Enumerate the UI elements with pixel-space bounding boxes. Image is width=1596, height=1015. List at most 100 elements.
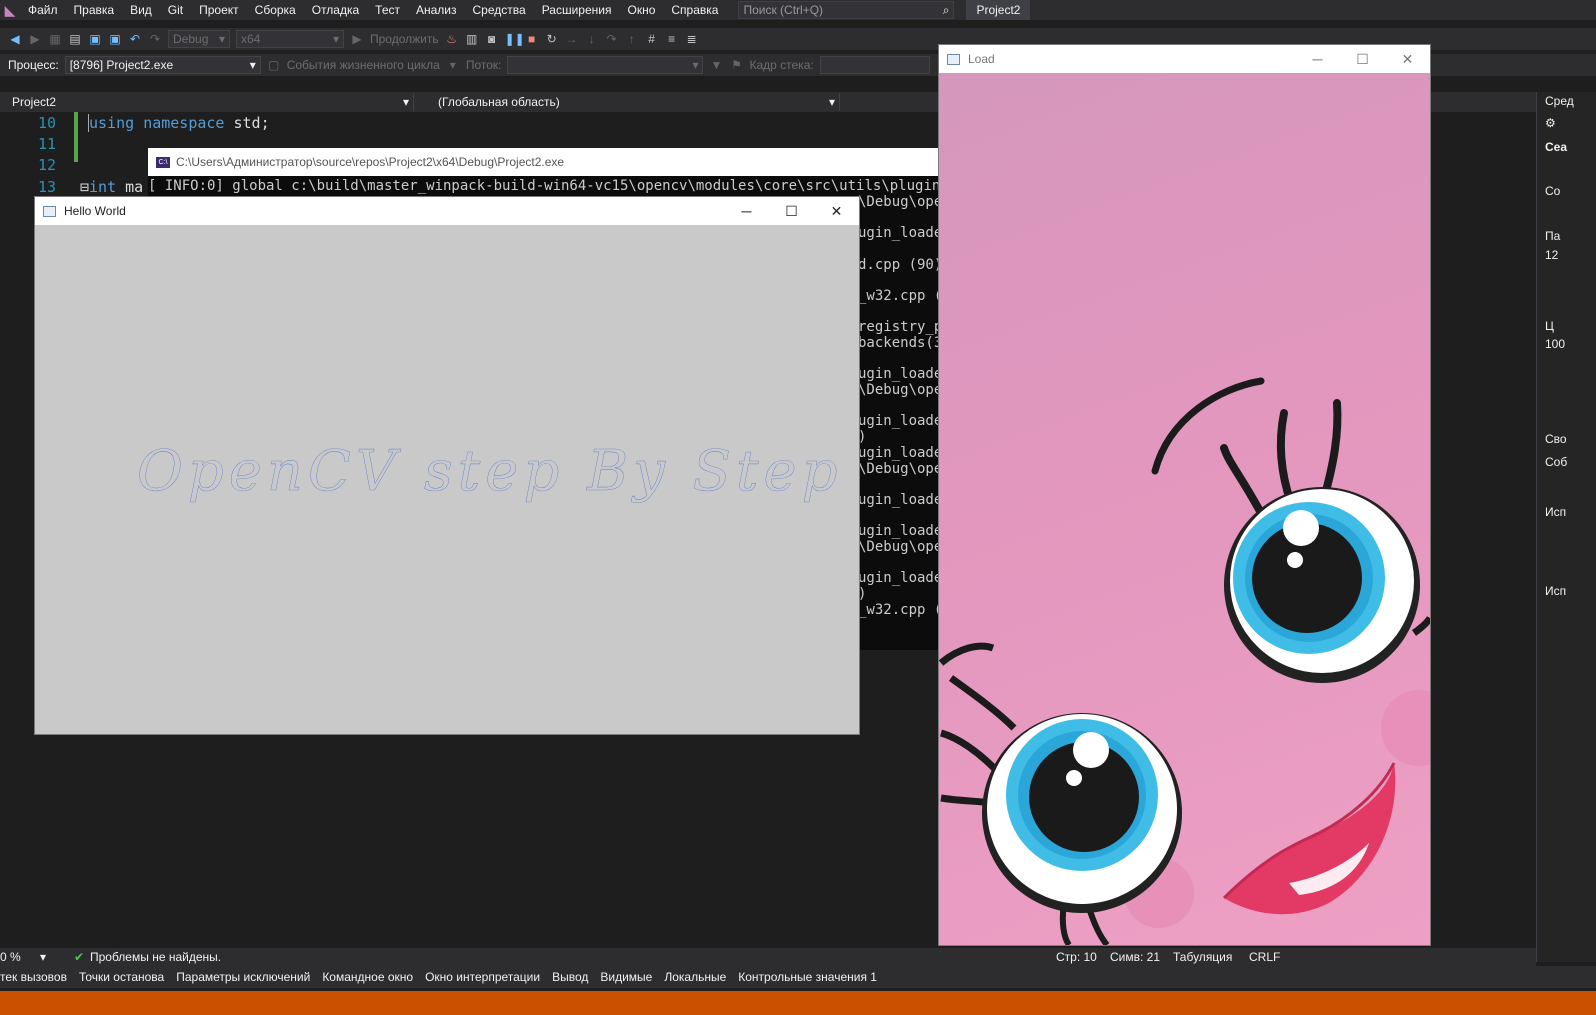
menu-extensions[interactable]: Расширения xyxy=(534,0,620,20)
save-icon[interactable]: ▣ xyxy=(88,32,102,46)
tab-watch-1[interactable]: Контрольные значения 1 xyxy=(732,970,883,984)
menu-analyze[interactable]: Анализ xyxy=(408,0,465,20)
console-line: \Debug\ope xyxy=(858,194,943,210)
tab-call-stack[interactable]: тек вызовов xyxy=(0,970,73,984)
minimize-button[interactable]: ─ xyxy=(1295,45,1340,73)
platform-select[interactable]: x64 ▾ xyxy=(236,30,344,48)
hex-icon[interactable]: # xyxy=(645,32,659,46)
side-panel-item[interactable]: Сеа xyxy=(1545,140,1567,154)
window-app-icon xyxy=(43,205,56,217)
chevron-down-icon: ▾ xyxy=(218,32,225,46)
stack-frame-select[interactable] xyxy=(819,56,930,74)
menu-build[interactable]: Сборка xyxy=(247,0,304,20)
minimize-button[interactable]: ─ xyxy=(724,197,769,225)
column-indicator: Симв: 21 xyxy=(1110,950,1161,964)
restart-icon[interactable]: ↻ xyxy=(545,32,559,46)
side-panel-item[interactable]: Со xyxy=(1545,184,1560,198)
line-ending-indicator[interactable]: CRLF xyxy=(1249,948,1280,966)
console-title-bar[interactable]: C:\ C:\Users\Администратор\source\repos\… xyxy=(148,148,948,176)
undo-icon[interactable]: ↶ xyxy=(128,32,142,46)
project-combo[interactable]: Project2 ▾ xyxy=(0,93,414,111)
close-button[interactable]: ✕ xyxy=(1385,45,1430,73)
visual-studio-logo-icon[interactable]: ◣ xyxy=(0,0,20,20)
play-icon[interactable]: ▶ xyxy=(350,32,364,46)
step-into-icon[interactable]: ↓ xyxy=(585,32,599,46)
tab-immediate-window[interactable]: Окно интерпретации xyxy=(419,970,546,984)
chevron-down-icon: ▾ xyxy=(402,95,409,109)
chevron-down-icon[interactable]: ▾ xyxy=(40,948,46,966)
menu-help[interactable]: Справка xyxy=(663,0,726,20)
side-panel-item[interactable]: Ц xyxy=(1545,319,1554,333)
menu-view[interactable]: Вид xyxy=(122,0,160,20)
stop-icon[interactable]: ■ xyxy=(525,32,539,46)
code-line[interactable]: using namespace std; xyxy=(88,114,270,132)
hot-reload-icon[interactable]: ♨ xyxy=(445,32,459,46)
close-button[interactable]: ✕ xyxy=(814,197,859,225)
hello-world-window[interactable]: Hello World ─ ☐ ✕ OpenCV step By Step xyxy=(34,196,860,735)
lifecycle-events-button[interactable]: События жизненного цикла xyxy=(287,58,440,72)
opencv-text: OpenCV step By Step xyxy=(137,439,843,504)
load-title-bar[interactable]: Load ─ ☐ ✕ xyxy=(939,45,1430,73)
side-panel-item: 12 xyxy=(1545,248,1559,262)
save-all-icon[interactable]: ▣ xyxy=(108,32,122,46)
stack-icon[interactable]: ≣ xyxy=(685,32,699,46)
menu-window[interactable]: Окно xyxy=(619,0,663,20)
indent-indicator[interactable]: Табуляция xyxy=(1173,948,1232,966)
side-panel-item: 100 xyxy=(1545,337,1566,351)
zoom-level[interactable]: 0 % xyxy=(0,948,21,966)
side-panel-item[interactable]: Исп xyxy=(1545,584,1566,598)
side-panel-item[interactable]: Па xyxy=(1545,229,1560,243)
redo-icon[interactable]: ↷ xyxy=(148,32,162,46)
configuration-select[interactable]: Debug ▾ xyxy=(168,30,230,48)
filter-icon[interactable]: ▼ xyxy=(709,58,723,72)
step-out-icon[interactable]: ↑ xyxy=(625,32,639,46)
side-panel-gear-icon[interactable]: ⚙ xyxy=(1545,116,1556,130)
editor-status-bar: 0 % ▾ ✔ Проблемы не найдены. Стр: 10 Сим… xyxy=(0,948,1536,966)
load-window[interactable]: Load ─ ☐ ✕ xyxy=(938,44,1431,946)
thread-icon[interactable]: ≡ xyxy=(665,32,679,46)
hello-world-title-bar[interactable]: Hello World ─ ☐ ✕ xyxy=(35,197,859,225)
tab-autos[interactable]: Видимые xyxy=(594,970,658,984)
new-project-icon[interactable]: ▦ xyxy=(48,32,62,46)
scope-combo[interactable]: (Глобальная область) ▾ xyxy=(424,93,840,111)
properties-side-panel[interactable]: Сред ⚙ Сеа Со Па 12 Ц 100 Сво Соб Исп Ис… xyxy=(1536,92,1596,962)
problems-status[interactable]: Проблемы не найдены. xyxy=(90,948,221,966)
chevron-down-icon: ▾ xyxy=(828,95,835,109)
flag-icon[interactable]: ⚑ xyxy=(729,58,743,72)
screenshot-icon[interactable]: ◙ xyxy=(485,32,499,46)
tab-exception-settings[interactable]: Параметры исключений xyxy=(170,970,316,984)
folder-icon[interactable]: ▥ xyxy=(465,32,479,46)
forward-icon[interactable]: ▶ xyxy=(28,32,42,46)
search-input[interactable]: Поиск (Ctrl+Q) ⌕ xyxy=(738,1,955,19)
tab-output[interactable]: Вывод xyxy=(546,970,594,984)
maximize-button[interactable]: ☐ xyxy=(1340,45,1385,73)
continue-button[interactable]: Продолжить xyxy=(370,32,439,46)
menu-tools[interactable]: Средства xyxy=(465,0,534,20)
tab-breakpoints[interactable]: Точки останова xyxy=(73,970,170,984)
menu-edit[interactable]: Правка xyxy=(66,0,123,20)
chevron-down-icon[interactable]: ▾ xyxy=(446,58,460,72)
tab-command-window[interactable]: Командное окно xyxy=(316,970,419,984)
side-panel-item[interactable]: Исп xyxy=(1545,505,1566,519)
configuration-value: Debug xyxy=(173,32,209,46)
menu-file[interactable]: Файл xyxy=(20,0,66,20)
back-icon[interactable]: ◀ xyxy=(8,32,22,46)
side-panel-item[interactable]: Соб xyxy=(1545,455,1567,469)
thread-select[interactable]: ▾ xyxy=(507,56,704,74)
open-folder-icon[interactable]: ▤ xyxy=(68,32,82,46)
code-line[interactable]: ⊟int ma xyxy=(80,178,143,196)
menu-debug[interactable]: Отладка xyxy=(304,0,367,20)
pause-icon[interactable]: ❚❚ xyxy=(505,32,525,46)
menu-project[interactable]: Проект xyxy=(191,0,247,20)
menu-test[interactable]: Тест xyxy=(367,0,408,20)
side-panel-item[interactable]: Сво xyxy=(1545,432,1567,446)
side-panel-item[interactable]: Сред xyxy=(1545,94,1574,108)
console-line: ugin_loader xyxy=(858,523,951,539)
tab-locals[interactable]: Локальные xyxy=(658,970,732,984)
maximize-button[interactable]: ☐ xyxy=(769,197,814,225)
process-select[interactable]: [8796] Project2.exe ▾ xyxy=(64,56,261,74)
menu-git[interactable]: Git xyxy=(160,0,191,20)
step-over-icon[interactable]: ↷ xyxy=(605,32,619,46)
show-next-statement-icon[interactable]: → xyxy=(565,32,579,46)
load-title: Load xyxy=(968,52,995,66)
